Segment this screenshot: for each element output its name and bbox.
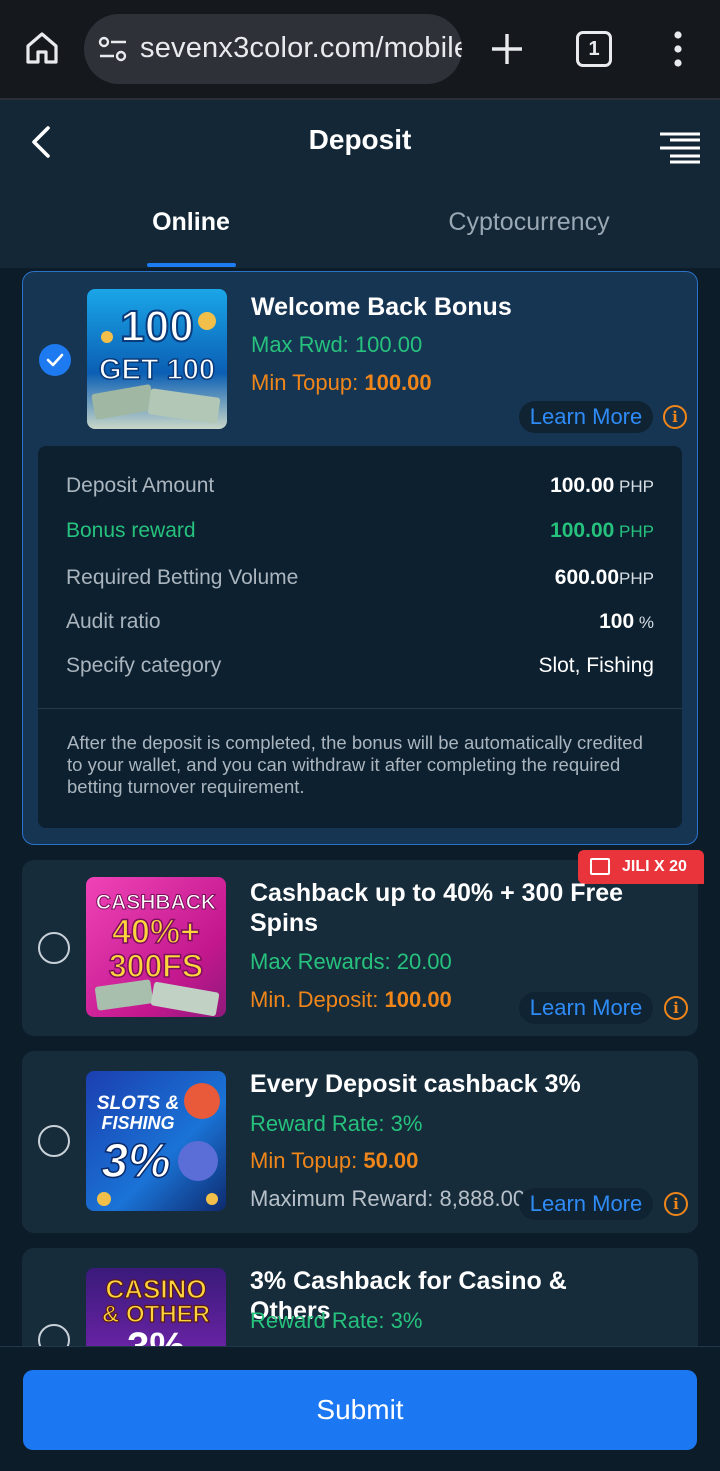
- thumb-text: SLOTS &: [97, 1093, 179, 1114]
- promo-thumbnail: CASHBACK 40%+ 300FS: [86, 877, 226, 1017]
- thumb-text: GET 100: [99, 354, 215, 386]
- tab-online[interactable]: Online: [110, 208, 272, 237]
- submit-button[interactable]: Submit: [23, 1370, 697, 1450]
- promo-max-reward: Max Rwd: 100.00: [251, 332, 423, 357]
- url-text: sevenx3color.com/mobile: [140, 32, 462, 64]
- promotions-list[interactable]: 100 GET 100 Welcome Back Bonus Max Rwd: …: [0, 268, 720, 1471]
- promo-min-topup: Min Topup: 50.00: [250, 1148, 419, 1173]
- promo-card-cashback-40[interactable]: JILI X 20 CASHBACK 40%+ 300FS Cashback u…: [22, 850, 704, 1036]
- promo-thumbnail: 100 GET 100: [87, 289, 227, 429]
- info-icon[interactable]: i: [664, 996, 688, 1020]
- new-tab-icon[interactable]: [488, 30, 526, 68]
- promo-max-reward: Max Rewards: 20.00: [250, 949, 452, 974]
- more-options-icon[interactable]: [666, 28, 690, 70]
- detail-row-bonus-reward: Bonus reward 100.00 PHP: [66, 519, 654, 542]
- browser-toolbar: sevenx3color.com/mobile 1: [0, 0, 720, 100]
- promo-title: Every Deposit cashback 3%: [250, 1070, 581, 1098]
- thumb-text: FISHING: [101, 1113, 174, 1133]
- site-settings-icon[interactable]: [98, 35, 128, 63]
- promo-card-every-deposit[interactable]: SLOTS & FISHING 3% Every Deposit cashbac…: [22, 1051, 698, 1233]
- address-bar[interactable]: sevenx3color.com/mobile: [84, 14, 462, 84]
- promo-radio-selected[interactable]: [39, 344, 71, 376]
- learn-more-button[interactable]: Learn More: [519, 1188, 653, 1220]
- promo-min-topup: Min Topup: 100.00: [251, 370, 432, 395]
- thumb-text: 300FS: [109, 948, 203, 984]
- home-icon[interactable]: [22, 28, 62, 68]
- menu-icon[interactable]: [656, 126, 704, 166]
- bonus-details-panel: Deposit Amount 100.00 PHP Bonus reward 1…: [38, 446, 682, 828]
- thumb-text: 3%: [101, 1135, 170, 1188]
- page-title: Deposit: [308, 124, 412, 155]
- learn-more-button[interactable]: Learn More: [519, 992, 653, 1024]
- thumb-text: CASHBACK: [96, 891, 216, 914]
- promo-min-deposit: Min. Deposit: 100.00: [250, 987, 452, 1012]
- tab-cryptocurrency[interactable]: Cyptocurrency: [410, 208, 648, 237]
- detail-row-audit-ratio: Audit ratio 100 %: [66, 610, 654, 633]
- thumb-text: 100: [120, 302, 193, 351]
- promo-reward-rate: Reward Rate: 3%: [250, 1111, 423, 1136]
- detail-row-betting-volume: Required Betting Volume 600.00PHP: [66, 566, 654, 589]
- info-icon[interactable]: i: [663, 405, 687, 429]
- info-icon[interactable]: i: [664, 1192, 688, 1216]
- learn-more-button[interactable]: Learn More: [519, 401, 653, 433]
- thumb-text: CASINO: [105, 1274, 206, 1304]
- ticket-icon: [590, 858, 610, 875]
- footer-bar: Submit: [0, 1346, 720, 1471]
- promo-card-welcome-back[interactable]: 100 GET 100 Welcome Back Bonus Max Rwd: …: [22, 271, 698, 845]
- promo-thumbnail: SLOTS & FISHING 3%: [86, 1071, 226, 1211]
- promo-max-reward: Maximum Reward: 8,888.00: [250, 1186, 524, 1211]
- app-header: Deposit Online Cyptocurrency: [0, 100, 720, 268]
- thumb-text: & OTHER: [102, 1301, 210, 1328]
- promo-title: Cashback up to 40% + 300 Free Spins: [250, 879, 624, 937]
- thumb-text: 40%+: [112, 913, 200, 951]
- active-tab-indicator: [147, 263, 236, 267]
- bonus-note: After the deposit is completed, the bonu…: [67, 732, 643, 797]
- tab-switcher-button[interactable]: 1: [576, 31, 612, 67]
- promo-radio[interactable]: [38, 932, 70, 964]
- promo-reward-rate: Reward Rate: 3%: [250, 1308, 423, 1333]
- divider: [38, 708, 682, 709]
- detail-row-category: Specify category Slot, Fishing: [66, 654, 654, 677]
- detail-row-deposit-amount: Deposit Amount 100.00 PHP: [66, 474, 654, 497]
- promo-radio[interactable]: [38, 1125, 70, 1157]
- promo-title: Welcome Back Bonus: [251, 293, 512, 321]
